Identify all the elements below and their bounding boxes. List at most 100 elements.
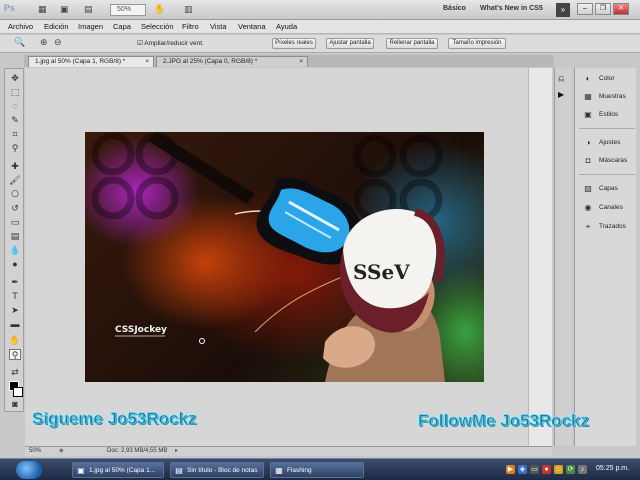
lasso-tool-icon[interactable]: ◌ [9, 101, 21, 112]
menu-archivo[interactable]: Archivo [8, 22, 33, 31]
tab-doc-2[interactable]: 2.JPG al 25% (Capa 0, RGB/8) * × [156, 56, 308, 67]
actual-pixels-button[interactable]: Píxeles reales [272, 38, 316, 49]
type-tool-icon[interactable]: T [9, 291, 21, 302]
channels-panel-icon: ◉ [584, 203, 592, 212]
bridge-icon[interactable]: ▦ [38, 4, 47, 16]
watermark-logo-text: CSSJockey [115, 325, 167, 335]
panel-divider [579, 128, 635, 129]
quick-select-tool-icon[interactable]: ✎ [9, 115, 21, 126]
menu-capa[interactable]: Capa [113, 22, 131, 31]
tray-monitor-icon[interactable]: ▭ [530, 465, 539, 474]
workspace-whats-new[interactable]: What's New in CS5 [480, 5, 543, 12]
hand-tool-icon[interactable]: ✋ [9, 335, 21, 346]
dodge-tool-icon[interactable]: ● [9, 259, 21, 270]
taskbar-clock[interactable]: 05:25 p.m. [596, 465, 629, 472]
arrange-documents-icon[interactable]: ▥ [184, 4, 193, 16]
panel-paths[interactable]: ⌖ Trazados [579, 220, 635, 234]
quick-mask-icon[interactable]: ◙ [9, 399, 21, 410]
panel-color[interactable]: ◐ Color [579, 72, 635, 86]
color-panel-icon: ◐ [585, 74, 591, 83]
actions-panel-icon[interactable]: ▶ [558, 90, 564, 99]
zoom-in-icon[interactable]: ⊕ [40, 37, 48, 49]
fill-screen-button[interactable]: Rellenar pantalla [386, 38, 438, 49]
taskbar-photoshop[interactable]: ▣ 1.jpg al 50% (Capa 1... [72, 462, 164, 478]
zoom-tool-icon[interactable]: ⚲ [9, 349, 21, 360]
cap-logo-text: SSeV [353, 260, 410, 284]
brush-tool-icon[interactable]: 🖌 [9, 175, 21, 186]
fit-screen-button[interactable]: Ajustar pantalla [326, 38, 374, 49]
clone-stamp-icon[interactable]: ⎔ [9, 189, 21, 200]
masks-panel-icon: ◘ [585, 156, 591, 165]
zoom-out-icon[interactable]: ⊖ [54, 37, 62, 49]
background-color-swatch[interactable] [13, 387, 23, 397]
pen-tool-icon[interactable]: ✒ [9, 277, 21, 288]
minibridge-icon[interactable]: ▣ [60, 4, 69, 16]
panel-styles[interactable]: ▣ Estilos [579, 108, 635, 122]
photoshop-logo: Ps [4, 3, 16, 13]
workspace-basic[interactable]: Básico [443, 5, 466, 12]
resize-windows-label: Ampliar/reducir vent. [144, 40, 204, 47]
menu-vista[interactable]: Vista [210, 22, 227, 31]
workspace-more-icon[interactable]: » [556, 3, 570, 17]
status-bar: 50% ◈ Doc: 2,93 MB/4,55 MB ▸ [25, 446, 552, 456]
panel-dock-strip: ⎌ ▶ [554, 68, 572, 446]
panel-channels[interactable]: ◉ Canales [579, 201, 635, 215]
menu-edicion[interactable]: Edición [44, 22, 69, 31]
blur-tool-icon[interactable]: 💧 [9, 245, 21, 256]
start-button[interactable] [16, 461, 42, 479]
zoom-cursor-icon [199, 338, 205, 344]
status-arrow-icon[interactable]: ▸ [175, 447, 178, 456]
menu-ventana[interactable]: Ventana [238, 22, 266, 31]
panel-masks[interactable]: ◘ Máscaras [579, 154, 635, 168]
crop-tool-icon[interactable]: ⌗ [9, 129, 21, 140]
tray-volume-icon[interactable]: ♪ [578, 465, 587, 474]
tab-doc-1[interactable]: 1.jpg al 50% (Capa 1, RGB/8) * × [28, 56, 154, 67]
canvas-area[interactable]: SSeV CSSJockey [25, 68, 552, 446]
zoom-tool-icon[interactable]: 🔍 [14, 37, 25, 49]
swap-colors-icon[interactable]: ⇄ [9, 367, 21, 378]
gradient-tool-icon[interactable]: ▤ [9, 231, 21, 242]
tab-close-icon[interactable]: × [145, 57, 149, 67]
tray-messenger-icon[interactable]: ☺ [554, 465, 563, 474]
tools-panel: ✥ ⬚ ◌ ✎ ⌗ ⚲ ✚ 🖌 ⎔ ↺ ▭ ▤ 💧 ● ✒ T ➤ ▬ ✋ ⚲ … [4, 68, 24, 412]
tray-update-icon[interactable]: ⟳ [566, 465, 575, 474]
resize-windows-checkbox[interactable]: ☑ Ampliar/reducir vent. [137, 39, 204, 47]
menu-seleccion[interactable]: Selección [141, 22, 174, 31]
eraser-tool-icon[interactable]: ▭ [9, 217, 21, 228]
panel-adjustments[interactable]: ◑ Ajustes [579, 136, 635, 150]
panel-swatches[interactable]: ▦ Muestras [579, 90, 635, 104]
healing-brush-icon[interactable]: ✚ [9, 161, 21, 172]
taskbar-photoshop-label: 1.jpg al 50% (Capa 1... [89, 467, 156, 474]
panels-column: ◐ Color ▦ Muestras ▣ Estilos ◑ Ajustes ◘ Másc… [574, 68, 636, 446]
close-icon[interactable]: ✕ [613, 3, 629, 15]
minimize-icon[interactable]: – [577, 3, 593, 15]
menu-filtro[interactable]: Filtro [182, 22, 199, 31]
tray-app-icon[interactable]: ▶ [506, 465, 515, 474]
status-doc-size: Doc: 2,93 MB/4,55 MB [107, 448, 168, 454]
menu-imagen[interactable]: Imagen [78, 22, 103, 31]
marquee-tool-icon[interactable]: ⬚ [9, 87, 21, 98]
vertical-scrollbar[interactable] [528, 68, 552, 446]
hand-tool-icon[interactable]: ✋ [154, 4, 165, 16]
taskbar-notepad[interactable]: ▤ Sin título - Bloc de notas [170, 462, 264, 478]
zoom-dropdown[interactable]: 50% [110, 4, 146, 16]
print-size-button[interactable]: Tamaño impresión [448, 38, 506, 49]
status-zoom[interactable]: 50% [29, 447, 41, 456]
tray-security-icon[interactable]: ● [542, 465, 551, 474]
move-tool-icon[interactable]: ✥ [9, 73, 21, 84]
restore-icon[interactable]: ❐ [595, 3, 611, 15]
panel-layers[interactable]: ▧ Capas [579, 182, 635, 196]
swatches-panel-icon: ▦ [584, 92, 592, 101]
tray-network-icon[interactable]: ◈ [518, 465, 527, 474]
shape-tool-icon[interactable]: ▬ [9, 319, 21, 330]
status-info-icon[interactable]: ◈ [59, 447, 64, 456]
history-panel-icon[interactable]: ⎌ [558, 74, 564, 84]
tab-close-icon[interactable]: × [299, 57, 303, 67]
taskbar-flashing[interactable]: ▦ Flashing [270, 462, 364, 478]
menu-ayuda[interactable]: Ayuda [276, 22, 297, 31]
eyedropper-tool-icon[interactable]: ⚲ [9, 143, 21, 154]
history-brush-icon[interactable]: ↺ [9, 203, 21, 214]
view-extras-icon[interactable]: ▤ [84, 4, 93, 16]
document-image[interactable]: SSeV CSSJockey [85, 132, 484, 382]
path-select-icon[interactable]: ➤ [9, 305, 21, 316]
